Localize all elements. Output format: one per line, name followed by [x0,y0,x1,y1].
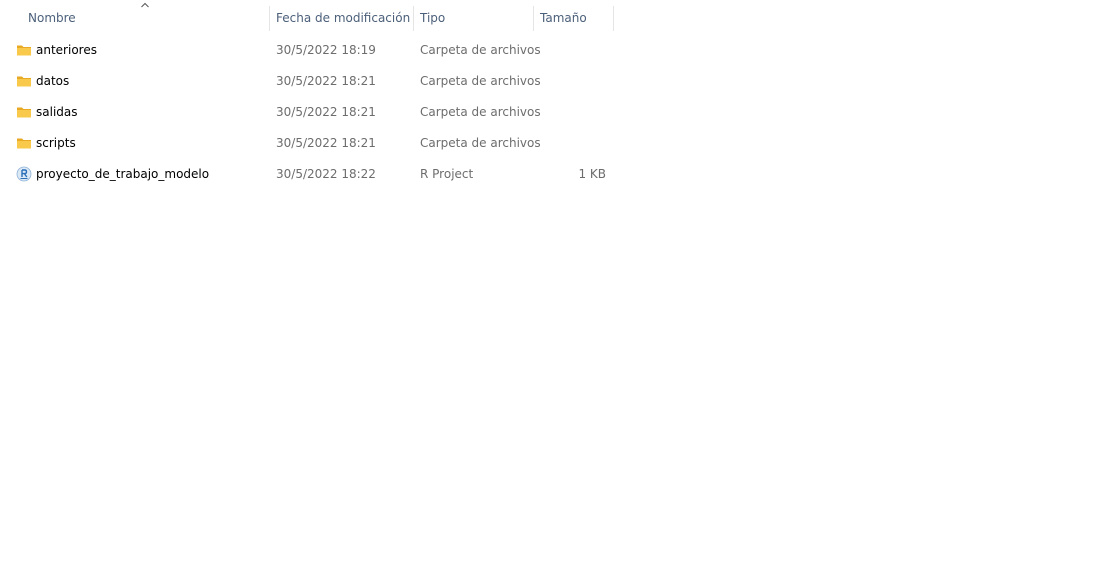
file-row-anteriores[interactable]: anteriores 30/5/2022 18:19 Carpeta de ar… [0,35,615,66]
folder-icon [17,107,31,118]
file-row-datos[interactable]: datos 30/5/2022 18:21 Carpeta de archivo… [0,66,615,97]
file-type: Carpeta de archivos [420,74,541,88]
column-header-type[interactable]: Tipo [420,6,445,31]
column-divider[interactable] [269,6,270,31]
file-modified: 30/5/2022 18:22 [276,167,376,181]
file-size: 1 KB [578,167,606,181]
column-divider[interactable] [533,6,534,31]
file-type: R Project [420,167,474,181]
file-name: anteriores [36,43,97,57]
column-divider[interactable] [413,6,414,31]
file-name: scripts [36,136,76,150]
file-size [540,66,606,97]
file-name: salidas [36,105,78,119]
file-name: proyecto_de_trabajo_modelo [36,167,210,181]
file-name: datos [36,74,70,88]
column-header-row: Nombre Fecha de modificación Tipo Tamaño [0,0,615,36]
file-modified: 30/5/2022 18:21 [276,136,376,150]
file-type: Carpeta de archivos [420,105,541,119]
column-divider[interactable] [613,6,614,31]
file-size [540,97,606,128]
folder-icon [17,45,31,56]
folder-icon [17,138,31,149]
column-header-name[interactable]: Nombre [28,6,76,31]
rproject-file-icon [16,166,32,182]
file-modified: 30/5/2022 18:21 [276,105,376,119]
file-type: Carpeta de archivos [420,43,541,57]
folder-icon [17,76,31,87]
file-rows: anteriores 30/5/2022 18:19 Carpeta de ar… [0,35,615,190]
file-size [540,35,606,66]
file-row-salidas[interactable]: salidas 30/5/2022 18:21 Carpeta de archi… [0,97,615,128]
file-modified: 30/5/2022 18:19 [276,43,376,57]
file-list-view: Nombre Fecha de modificación Tipo Tamaño… [0,0,1100,566]
file-row-scripts[interactable]: scripts 30/5/2022 18:21 Carpeta de archi… [0,128,615,159]
file-type: Carpeta de archivos [420,136,541,150]
file-modified: 30/5/2022 18:21 [276,74,376,88]
file-row-proyecto[interactable]: proyecto_de_trabajo_modelo 30/5/2022 18:… [0,159,615,190]
chevron-up-icon[interactable] [140,0,150,10]
file-size [540,128,606,159]
column-header-size[interactable]: Tamaño [540,6,587,31]
column-header-modified[interactable]: Fecha de modificación [276,6,410,31]
